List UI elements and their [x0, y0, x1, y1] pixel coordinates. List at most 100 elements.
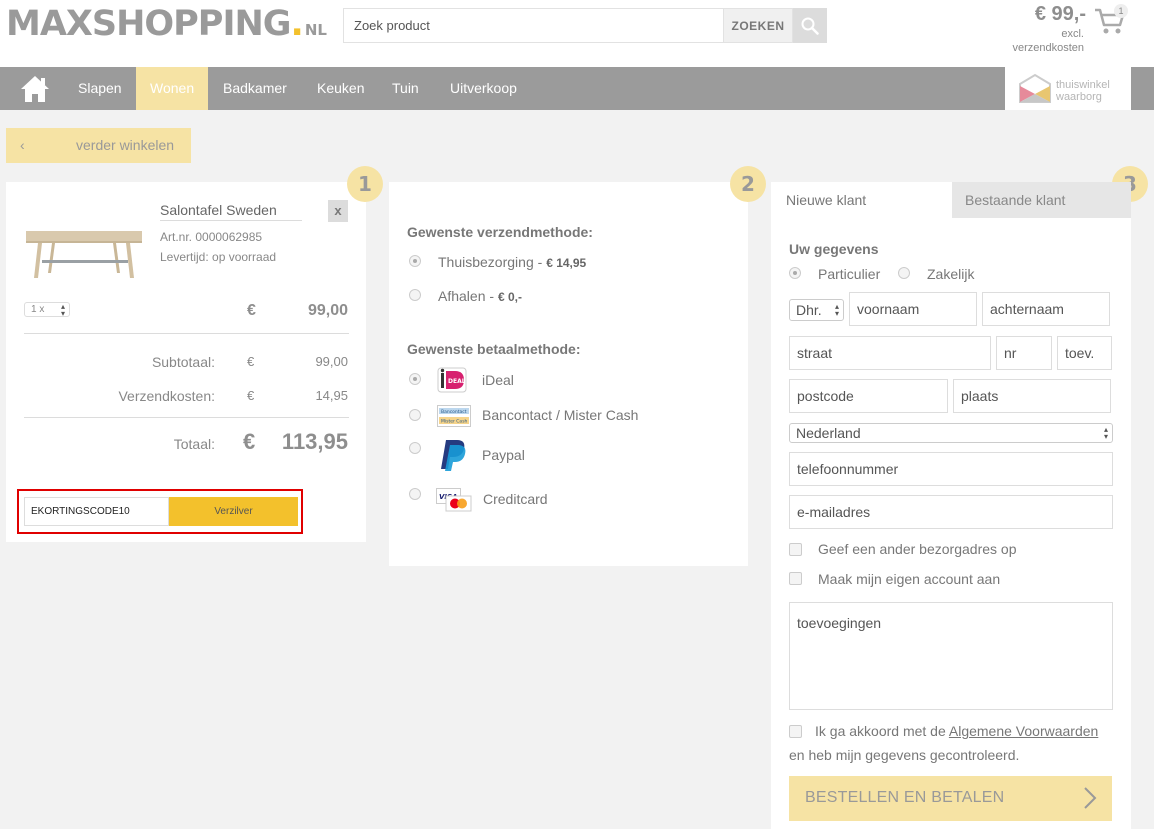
order-button-label: BESTELLEN EN BETALEN	[805, 789, 1005, 806]
street-input[interactable]	[789, 336, 991, 370]
site-logo[interactable]: MAXSHOPPING. NL	[6, 4, 327, 44]
notes-textarea[interactable]	[789, 602, 1113, 710]
tab-existing-customer[interactable]: Bestaande klant	[952, 182, 1131, 218]
nav-item-tuin[interactable]: Tuin	[392, 67, 419, 110]
payment-radio-bancontact[interactable]	[409, 409, 421, 421]
other-address-checkbox[interactable]	[789, 543, 802, 556]
create-account-checkbox[interactable]	[789, 572, 802, 585]
country-value: Nederland	[796, 425, 861, 441]
divider	[24, 417, 349, 418]
create-account-label[interactable]: Maak mijn eigen account aan	[818, 571, 1000, 587]
step-badge-2: 2	[730, 166, 766, 202]
search-input[interactable]	[343, 8, 723, 43]
quantity-select[interactable]: 1 x ▴ ▾	[24, 302, 70, 317]
terms-suffix: en heb mijn gegevens gecontroleerd.	[789, 747, 1020, 763]
shipping-radio-home[interactable]	[409, 255, 421, 267]
total-value: 113,95	[281, 429, 348, 454]
tab-new-customer[interactable]: Nieuwe klant	[771, 182, 952, 218]
chevron-left-icon: ‹	[20, 137, 25, 153]
paypal-logo-icon	[438, 438, 468, 477]
shipping-pickup-price: € 0,-	[497, 290, 522, 304]
search-icon-button[interactable]	[793, 8, 827, 43]
nav-item-slapen[interactable]: Slapen	[78, 67, 122, 110]
customer-type-business-label[interactable]: Zakelijk	[927, 266, 974, 282]
select-arrows-icon: ▴ ▾	[834, 302, 839, 318]
cart-note-line2: verzendkosten	[1012, 42, 1084, 54]
badge-line2: waarborg	[1056, 91, 1102, 103]
country-select[interactable]: Nederland ▴ ▾	[789, 423, 1113, 443]
customer-type-business-radio[interactable]	[898, 267, 910, 279]
nav-item-keuken[interactable]: Keuken	[317, 67, 364, 110]
product-delivery: Levertijd: op voorraad	[160, 250, 277, 264]
cart-total: € 99,-	[1034, 3, 1086, 25]
home-icon[interactable]	[20, 75, 50, 103]
postcode-input[interactable]	[789, 379, 948, 413]
payment-label-creditcard[interactable]: Creditcard	[483, 491, 548, 507]
redeem-coupon-button[interactable]: Verzilver	[169, 497, 298, 526]
divider	[24, 333, 349, 334]
subtotal-value: 99,00	[315, 354, 348, 369]
terms-checkbox[interactable]	[789, 725, 802, 738]
product-image[interactable]	[22, 225, 147, 280]
terms-link[interactable]: Algemene Voorwaarden	[949, 723, 1098, 739]
search-icon	[801, 17, 819, 35]
chevron-right-icon	[1084, 787, 1097, 809]
select-arrows-icon: ▴ ▾	[1103, 425, 1108, 441]
shipping-option-home[interactable]: Thuisbezorging - € 14,95	[438, 254, 586, 270]
house-number-input[interactable]	[996, 336, 1052, 370]
email-input[interactable]	[789, 495, 1113, 529]
lastname-input[interactable]	[982, 292, 1110, 326]
search-button[interactable]: ZOEKEN	[723, 8, 793, 43]
nav-item-wonen[interactable]: Wonen	[150, 67, 194, 110]
svg-text:DEAL: DEAL	[448, 378, 466, 385]
payment-method-title: Gewenste betaalmethode:	[407, 341, 581, 357]
creditcard-logo-icon: VISA	[436, 488, 472, 517]
salutation-select[interactable]: Dhr. ▴ ▾	[789, 299, 844, 321]
bancontact-logo-icon: Bancontact Mister Cash	[437, 405, 471, 432]
step-badge-1: 1	[347, 166, 383, 202]
total-label: Totaal:	[173, 436, 215, 452]
terms-prefix: Ik ga akkoord met de	[815, 723, 946, 739]
shipping-cost-value: 14,95	[315, 388, 348, 403]
payment-radio-creditcard[interactable]	[409, 488, 421, 500]
logo-dot: .	[290, 4, 304, 44]
line-price: 99,00	[307, 302, 348, 319]
phone-input[interactable]	[789, 452, 1113, 486]
payment-label-bancontact[interactable]: Bancontact / Mister Cash	[482, 407, 638, 423]
product-name[interactable]: Salontafel Sweden	[160, 202, 277, 218]
badge-line1: thuiswinkel	[1056, 79, 1110, 91]
other-address-label[interactable]: Geef een ander bezorgadres op	[818, 541, 1016, 557]
payment-label-paypal[interactable]: Paypal	[482, 447, 525, 463]
cart-count-badge: 1	[1114, 4, 1128, 18]
terms-text: Ik ga akkoord met de Algemene Voorwaarde…	[815, 723, 1098, 739]
customer-type-private-label[interactable]: Particulier	[818, 266, 880, 282]
customer-details-title: Uw gegevens	[789, 241, 879, 257]
shipping-option-pickup[interactable]: Afhalen - € 0,-	[438, 288, 522, 304]
order-and-pay-button[interactable]: BESTELLEN EN BETALEN	[789, 776, 1112, 821]
remove-item-button[interactable]: x	[328, 200, 348, 222]
continue-shopping-label: verder winkelen	[76, 137, 175, 153]
firstname-input[interactable]	[849, 292, 977, 326]
shipping-home-price: € 14,95	[546, 256, 587, 270]
continue-shopping-button[interactable]: ‹ verder winkelen	[6, 128, 191, 163]
shipping-radio-pickup[interactable]	[409, 289, 421, 301]
thuiswinkel-logo-icon	[1016, 72, 1054, 111]
cart-shipping-note: excl. verzendkosten	[990, 27, 1084, 55]
main-nav: Slapen Wonen Badkamer Keuken Tuin Uitver…	[0, 67, 1154, 110]
city-input[interactable]	[953, 379, 1111, 413]
thuiswinkel-text: thuiswinkel waarborg	[1056, 80, 1110, 103]
svg-text:Mister Cash: Mister Cash	[441, 419, 468, 425]
product-name-underline	[160, 220, 302, 221]
quantity-value: 1 x	[31, 304, 45, 315]
payment-radio-ideal[interactable]	[409, 373, 421, 385]
select-arrows-icon: ▴ ▾	[60, 301, 65, 318]
shipping-cost-label: Verzendkosten:	[118, 388, 215, 404]
payment-label-ideal[interactable]: iDeal	[482, 372, 514, 388]
nav-item-uitverkoop[interactable]: Uitverkoop	[450, 67, 517, 110]
nav-item-badkamer[interactable]: Badkamer	[223, 67, 287, 110]
house-number-addition-input[interactable]	[1057, 336, 1112, 370]
payment-radio-paypal[interactable]	[409, 442, 421, 454]
customer-type-private-radio[interactable]	[789, 267, 801, 279]
coupon-code-input[interactable]	[24, 497, 169, 526]
logo-main: MAXSHOPPING	[6, 4, 292, 44]
